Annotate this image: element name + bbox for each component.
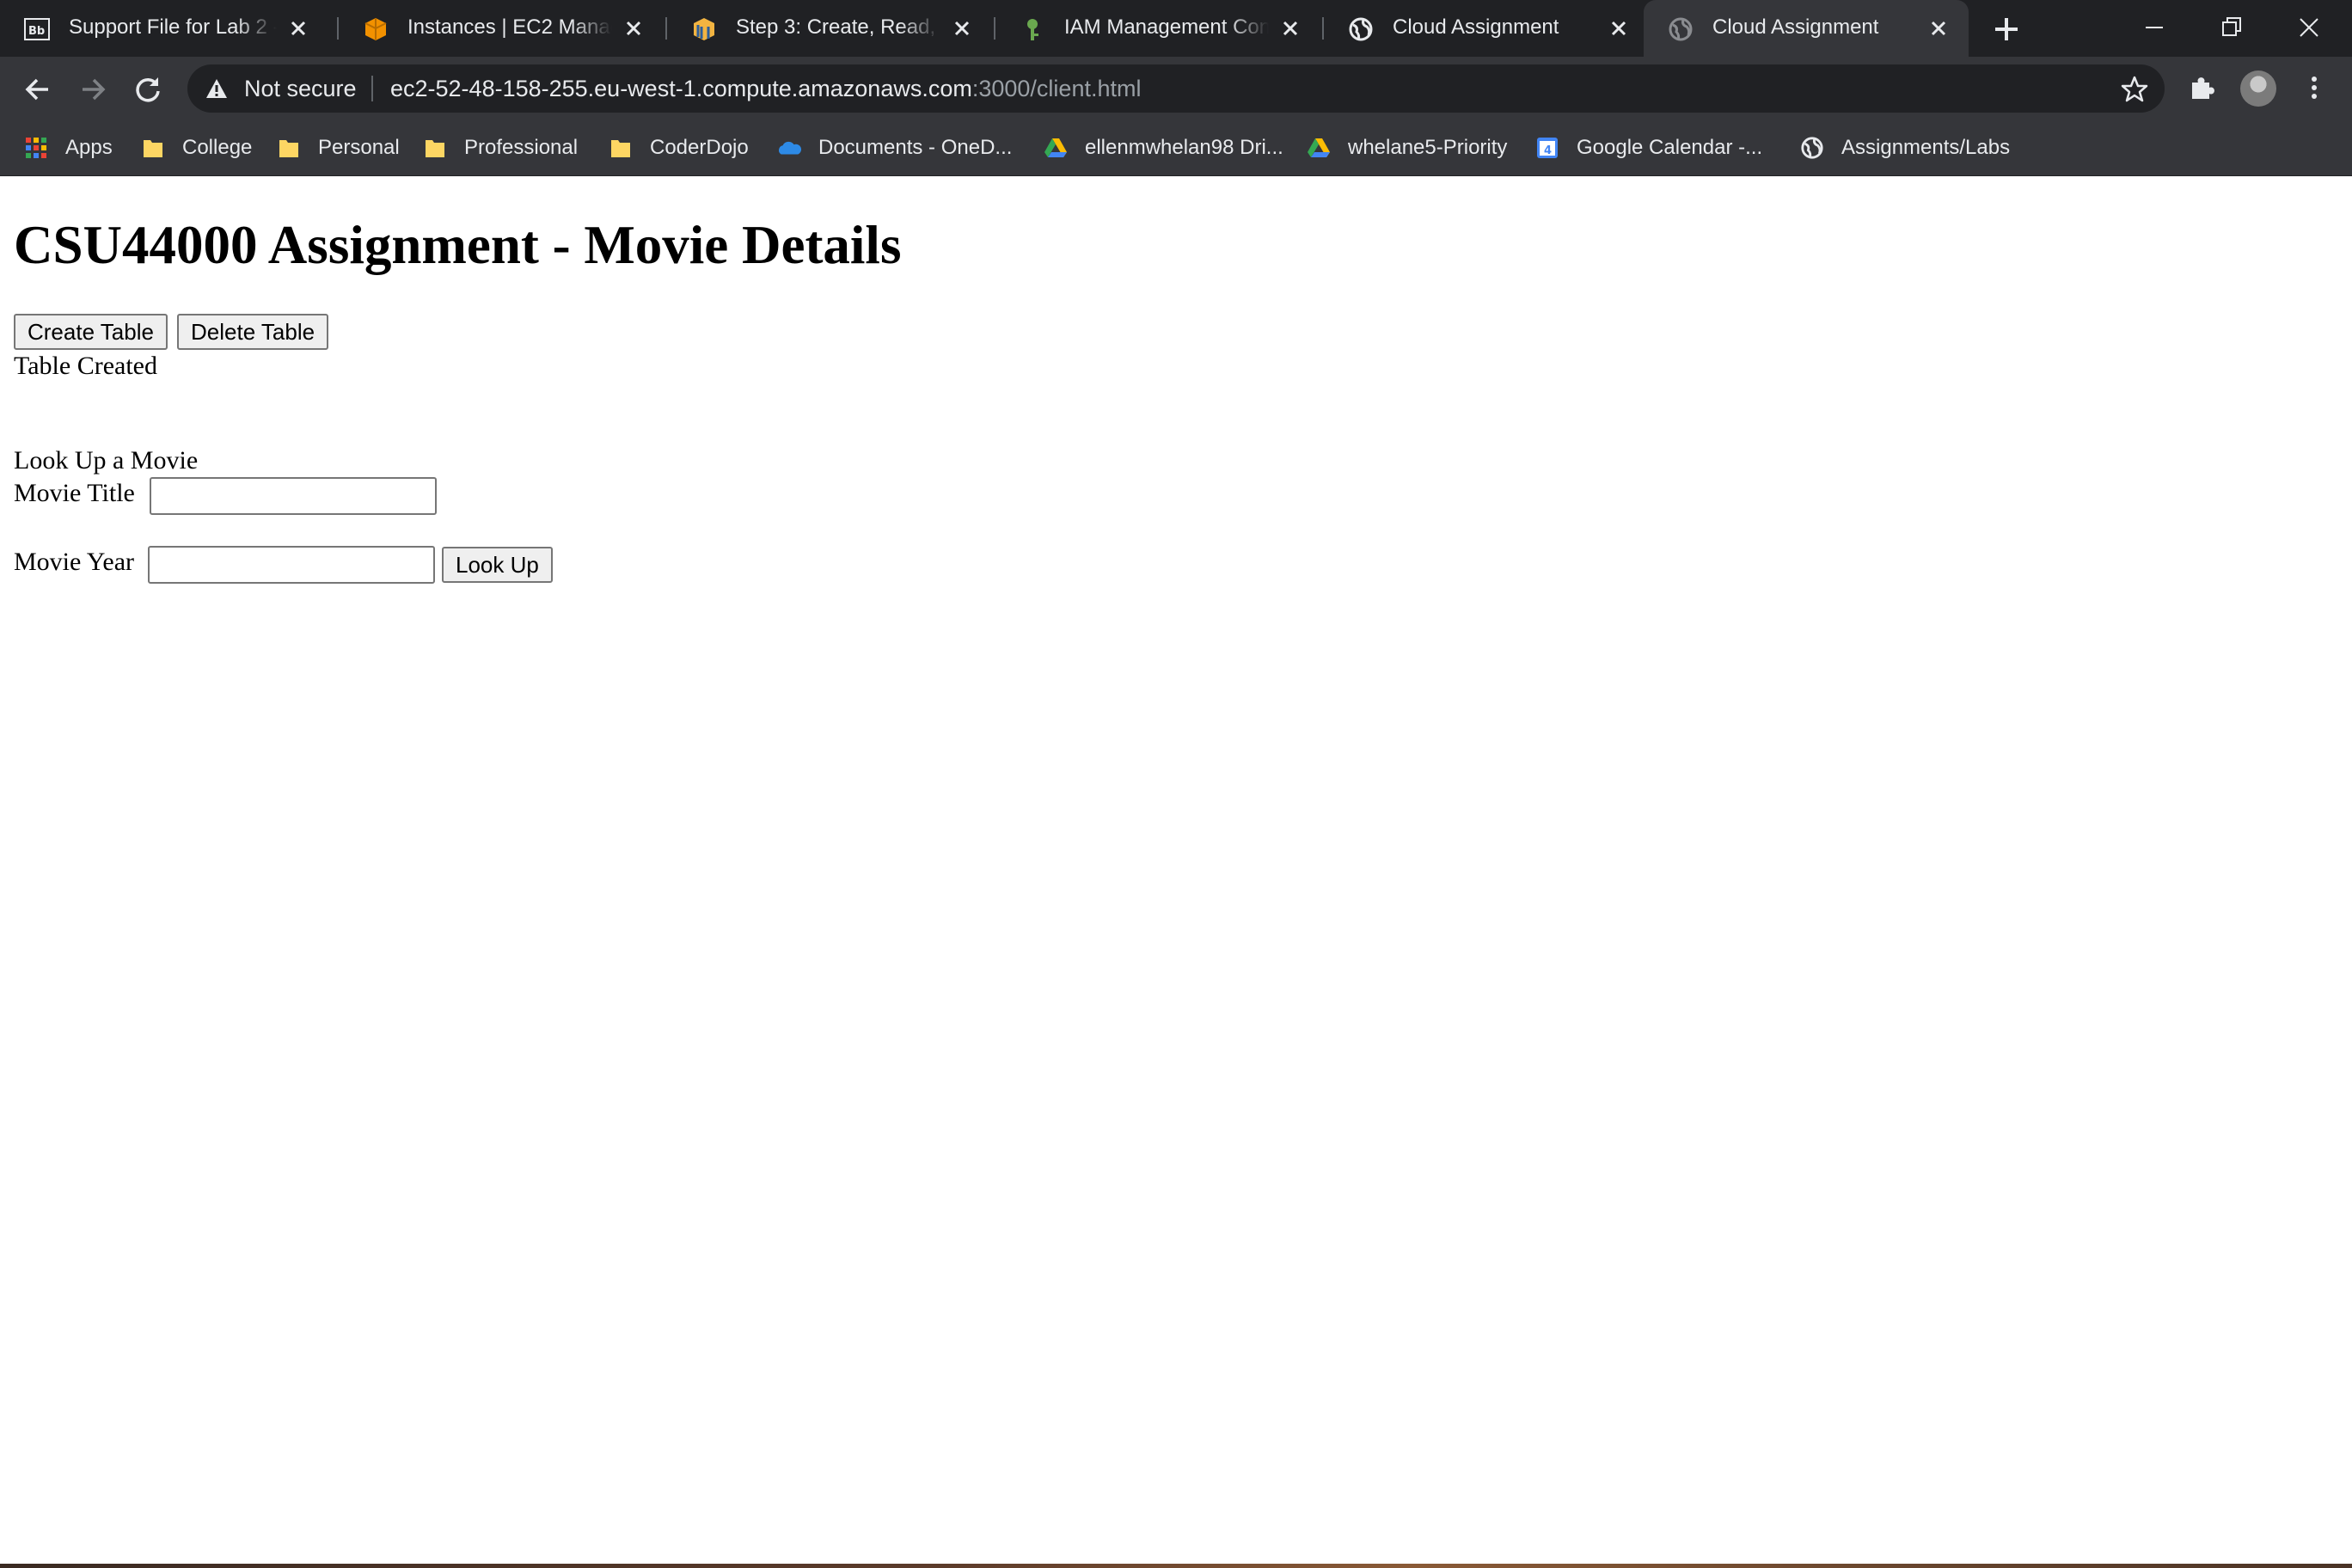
bookmark-assignments-labs[interactable]: Assignments/Labs [1800,131,2010,165]
back-arrow-icon[interactable] [21,72,55,107]
bookmark-label: Documents - OneD... [818,136,1013,159]
restore-icon[interactable] [2214,10,2249,45]
blackboard-icon: Bb [24,16,50,42]
address-bar[interactable]: Not secure ec2-52-48-158-255.eu-west-1.c… [187,64,2165,113]
warning-triangle-icon[interactable] [205,77,229,101]
iam-key-icon [1020,16,1045,42]
reload-icon[interactable] [131,72,165,107]
bookmark-label: Google Calendar -... [1577,136,1763,159]
svg-text:4: 4 [1544,144,1552,157]
bookmark-apps[interactable]: Apps [24,131,113,165]
bookmark-google-drive-1[interactable]: ellenmwhelan98 Dri... [1044,131,1283,165]
forward-arrow-icon[interactable] [76,72,110,107]
bookmarks-bar: Apps College Personal Professional Coder… [0,120,2352,176]
page-content: CSU44000 Assignment - Movie Details Crea… [0,176,2352,1564]
tab-ec2-instances[interactable]: Instances | EC2 Manage [339,0,664,57]
minimize-icon[interactable] [2137,10,2171,45]
omnibox-divider [371,76,373,101]
tab-cloud-assignment-active[interactable]: Cloud Assignment [1644,0,1969,57]
movie-title-label: Movie Title [14,479,135,507]
tab-strip: Bb Support File for Lab 2 - Instances | … [0,0,2352,57]
bookmark-onedrive-documents[interactable]: Documents - OneD... [777,131,1012,165]
google-drive-icon [1307,136,1331,160]
bookmark-college[interactable]: College [141,131,252,165]
bookmark-label: Assignments/Labs [1841,136,2011,159]
close-icon[interactable] [285,15,311,41]
bookmark-label: College [182,136,253,159]
google-drive-icon [1044,136,1068,160]
tab-title: Support File for Lab 2 - [69,15,277,39]
tab-title: Step 3: Create, Read, Up [736,15,940,39]
url-host: ec2-52-48-158-255.eu-west-1.compute.amaz… [390,76,972,101]
url-text[interactable]: ec2-52-48-158-255.eu-west-1.compute.amaz… [390,75,1141,102]
bookmark-label: whelane5-Priority [1348,136,1508,159]
browser-toolbar: Not secure ec2-52-48-158-255.eu-west-1.c… [0,57,2352,120]
bookmark-label: Professional [464,136,579,159]
globe-icon [1668,16,1694,42]
page-title: CSU44000 Assignment - Movie Details [14,215,902,275]
security-status[interactable]: Not secure [244,75,357,102]
folder-icon [609,136,633,160]
movie-year-label: Movie Year [14,548,134,576]
movie-title-input[interactable] [150,477,437,515]
tab-title: Cloud Assignment [1712,15,1879,39]
bookmark-google-drive-2[interactable]: whelane5-Priority [1307,131,1507,165]
google-calendar-icon: 4 [1535,136,1559,160]
delete-table-button[interactable]: Delete Table [177,314,329,350]
movie-year-input[interactable] [148,546,435,584]
tab-step3-crud[interactable]: Step 3: Create, Read, Up [667,0,992,57]
create-table-button[interactable]: Create Table [14,314,168,350]
apps-grid-icon [24,136,48,160]
kebab-menu-icon[interactable] [2297,70,2331,105]
taskbar-edge [0,1564,2352,1568]
extensions-puzzle-icon[interactable] [2185,70,2220,105]
bookmark-coderdojo[interactable]: CoderDojo [609,131,749,165]
globe-icon [1348,16,1374,42]
close-icon[interactable] [1606,15,1632,41]
folder-icon [277,136,301,160]
bookmark-google-calendar[interactable]: 4 Google Calendar -... [1535,131,1762,165]
new-tab-plus-icon[interactable] [1991,14,2022,45]
close-icon[interactable] [949,15,975,41]
bookmark-label: ellenmwhelan98 Dri... [1085,136,1283,159]
window-close-icon[interactable] [2292,10,2326,45]
look-up-button[interactable]: Look Up [442,547,553,583]
status-message: Table Created [14,352,157,380]
globe-icon [1800,136,1824,160]
close-icon[interactable] [1277,15,1303,41]
tab-support-file[interactable]: Bb Support File for Lab 2 - [0,0,328,57]
tab-title: IAM Management Cons [1064,15,1269,39]
svg-text:Bb: Bb [28,25,45,38]
tab-title: Instances | EC2 Manage [407,15,612,39]
tab-iam-console[interactable]: IAM Management Cons [995,0,1320,57]
bookmark-label: Apps [65,136,113,159]
profile-avatar[interactable] [2240,70,2276,107]
bookmark-personal[interactable]: Personal [277,131,400,165]
close-icon[interactable] [1926,15,1951,41]
aws-box-icon [363,16,389,42]
onedrive-icon [777,136,801,160]
folder-icon [423,136,447,160]
bookmark-label: Personal [318,136,400,159]
close-icon[interactable] [621,15,646,41]
lookup-heading: Look Up a Movie [14,446,199,475]
url-path: :3000/client.html [971,76,1142,101]
folder-icon [141,136,165,160]
bookmark-professional[interactable]: Professional [423,131,578,165]
bookmark-label: CoderDojo [650,136,749,159]
tab-cloud-assignment-1[interactable]: Cloud Assignment [1324,0,1649,57]
tab-title: Cloud Assignment [1393,15,1559,39]
aws-docs-icon [691,16,717,42]
bookmark-star-icon[interactable] [2120,75,2149,104]
